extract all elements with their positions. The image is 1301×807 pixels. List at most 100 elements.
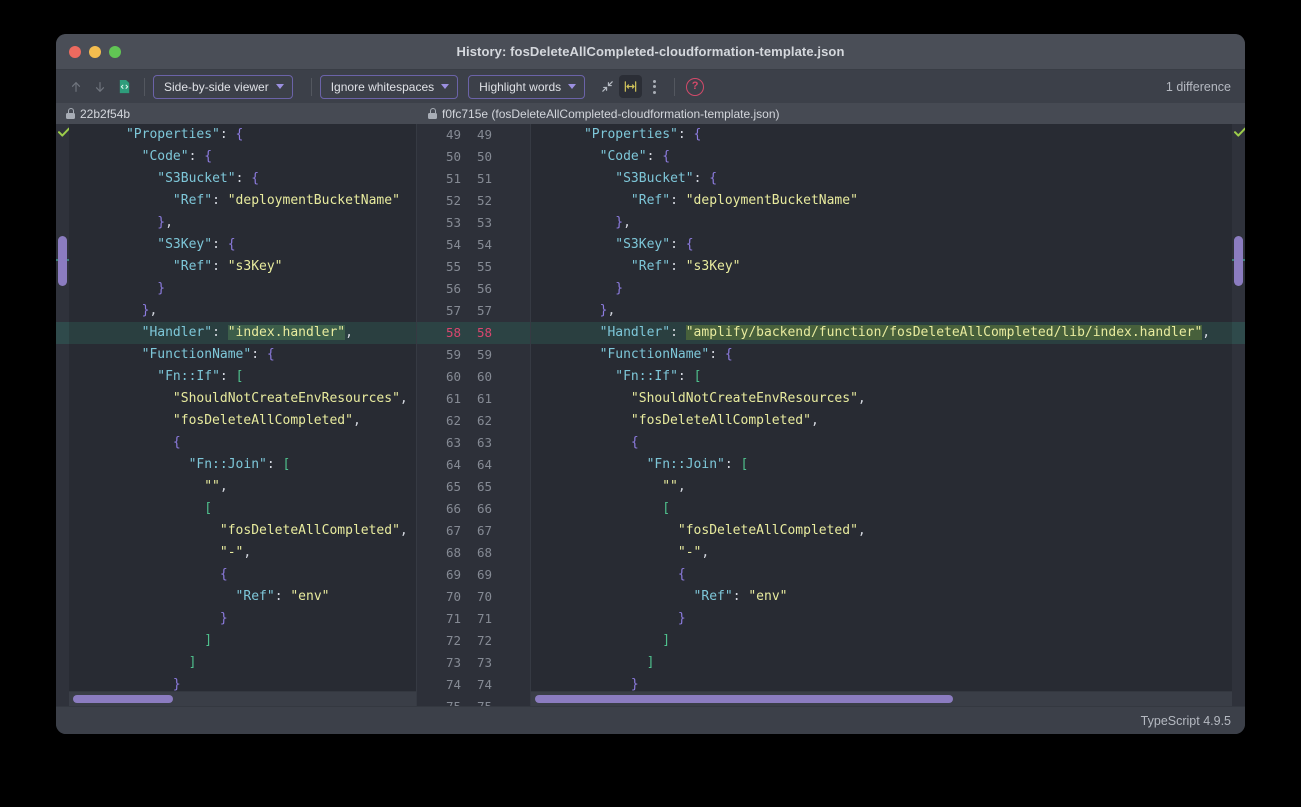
code-line: ] — [531, 652, 1232, 674]
right-horizontal-scrollbar[interactable] — [531, 691, 1232, 706]
line-number-row: 52 52 — [417, 190, 530, 212]
code-line: "fosDeleteAllCompleted", — [531, 520, 1232, 542]
code-line: "Ref": "s3Key" — [69, 256, 416, 278]
code-token: "ShouldNotCreateEnvResources" — [172, 391, 400, 406]
code-token: "Ref" — [172, 259, 213, 274]
code-line: "Code": { — [69, 146, 416, 168]
code-token: "S3Key" — [615, 237, 671, 252]
toolbar-divider — [144, 77, 145, 96]
left-line-number: 55 — [445, 259, 461, 274]
code-line: "Ref": "env" — [69, 586, 416, 608]
code-line: "-", — [531, 542, 1232, 564]
toolbar-divider-3 — [674, 77, 676, 96]
code-token: : — [219, 369, 236, 384]
left-line-number: 65 — [445, 479, 461, 494]
right-vertical-scrollbar-thumb[interactable] — [1234, 236, 1243, 286]
line-number-row: 74 74 — [417, 674, 530, 696]
code-token: [ — [282, 457, 291, 472]
line-number-row: 69 69 — [417, 564, 530, 586]
code-token: } — [630, 677, 639, 692]
whitespace-mode-dropdown[interactable]: Ignore whitespaces — [319, 74, 459, 99]
code-line: "ShouldNotCreateEnvResources", — [69, 388, 416, 410]
code-token: "" — [662, 479, 678, 494]
code-token: , — [149, 303, 158, 318]
line-number-row: 56 56 — [417, 278, 530, 300]
code-line: { — [69, 564, 416, 586]
right-line-number: 54 — [477, 237, 493, 252]
left-line-number: 58 — [445, 325, 461, 340]
right-line-number: 55 — [477, 259, 493, 274]
code-token: { — [662, 149, 671, 164]
line-number-row: 73 73 — [417, 652, 530, 674]
code-token: "s3Key" — [227, 259, 283, 274]
left-revision[interactable]: 22b2f54b — [56, 107, 416, 121]
code-token: "env" — [748, 589, 788, 604]
code-line: "Ref": "env" — [531, 586, 1232, 608]
collapse-unchanged-icon[interactable] — [595, 75, 619, 99]
difference-count: 1 difference — [1165, 79, 1231, 94]
previous-difference-icon[interactable] — [64, 75, 88, 99]
code-token: "Handler" — [141, 325, 213, 340]
code-token: : — [266, 457, 283, 472]
code-token: , — [399, 523, 408, 538]
code-token: "Fn::Join" — [646, 457, 725, 472]
code-line: "S3Bucket": { — [69, 168, 416, 190]
code-token: } — [172, 677, 181, 692]
right-code-pane[interactable]: "Properties": { "Code": { "S3Bucket": { … — [531, 124, 1232, 706]
compare-file-icon[interactable] — [112, 75, 136, 99]
code-line: }, — [69, 212, 416, 234]
left-line-number: 71 — [445, 611, 461, 626]
highlight-mode-dropdown[interactable]: Highlight words — [468, 74, 586, 99]
left-line-number: 66 — [445, 501, 461, 516]
left-code-pane[interactable]: "Properties": { "Code": { "S3Bucket": { … — [69, 124, 416, 706]
diff-body: "Properties": { "Code": { "S3Bucket": { … — [56, 124, 1245, 706]
right-line-number: 59 — [477, 347, 493, 362]
viewer-mode-dropdown[interactable]: Side-by-side viewer — [153, 74, 293, 99]
code-token: "Ref" — [630, 259, 671, 274]
more-options-icon[interactable] — [642, 75, 666, 99]
minimize-window-button[interactable] — [89, 45, 101, 58]
right-line-number: 64 — [477, 457, 493, 472]
zoom-window-button[interactable] — [109, 45, 121, 58]
language-version-label[interactable]: TypeScript 4.9.5 — [1141, 714, 1231, 728]
right-line-number: 70 — [477, 589, 493, 604]
left-horizontal-scrollbar[interactable] — [69, 691, 416, 706]
code-token: { — [724, 347, 733, 362]
synchronize-scrolling-icon[interactable] — [619, 75, 643, 98]
right-line-number: 63 — [477, 435, 493, 450]
code-line: "FunctionName": { — [69, 344, 416, 366]
right-revision[interactable]: f0fc715e (fosDeleteAllCompleted-cloudfor… — [416, 107, 1245, 121]
code-line: } — [531, 608, 1232, 630]
left-vertical-scrollbar-thumb[interactable] — [58, 236, 67, 286]
code-token: "Fn::If" — [157, 369, 220, 384]
left-horizontal-scrollbar-thumb[interactable] — [73, 695, 173, 703]
left-line-number: 53 — [445, 215, 461, 230]
right-change-markers[interactable] — [1232, 124, 1245, 706]
code-line: "Ref": "deploymentBucketName" — [531, 190, 1232, 212]
right-line-number: 75 — [467, 696, 517, 706]
left-change-stripe — [56, 322, 69, 344]
code-token: , — [243, 545, 252, 560]
code-line: } — [69, 278, 416, 300]
lock-icon — [66, 108, 75, 119]
help-icon[interactable]: ? — [683, 75, 707, 99]
code-token: { — [172, 435, 181, 450]
code-line: }, — [531, 300, 1232, 322]
next-difference-icon[interactable] — [88, 75, 112, 99]
code-token: , — [857, 523, 866, 538]
right-line-number: 52 — [477, 193, 493, 208]
left-line-number: 62 — [445, 413, 461, 428]
close-window-button[interactable] — [69, 45, 81, 58]
code-line: { — [531, 564, 1232, 586]
code-line: "Properties": { — [531, 124, 1232, 146]
code-token: [ — [235, 369, 244, 384]
right-horizontal-scrollbar-thumb[interactable] — [535, 695, 953, 703]
code-token: : — [724, 457, 741, 472]
code-token: [ — [740, 457, 749, 472]
code-token: "-" — [677, 545, 702, 560]
code-line: [ — [69, 498, 416, 520]
left-change-markers[interactable] — [56, 124, 70, 706]
code-line: "fosDeleteAllCompleted", — [69, 520, 416, 542]
code-token: , — [677, 479, 686, 494]
code-line: "Properties": { — [69, 124, 416, 146]
